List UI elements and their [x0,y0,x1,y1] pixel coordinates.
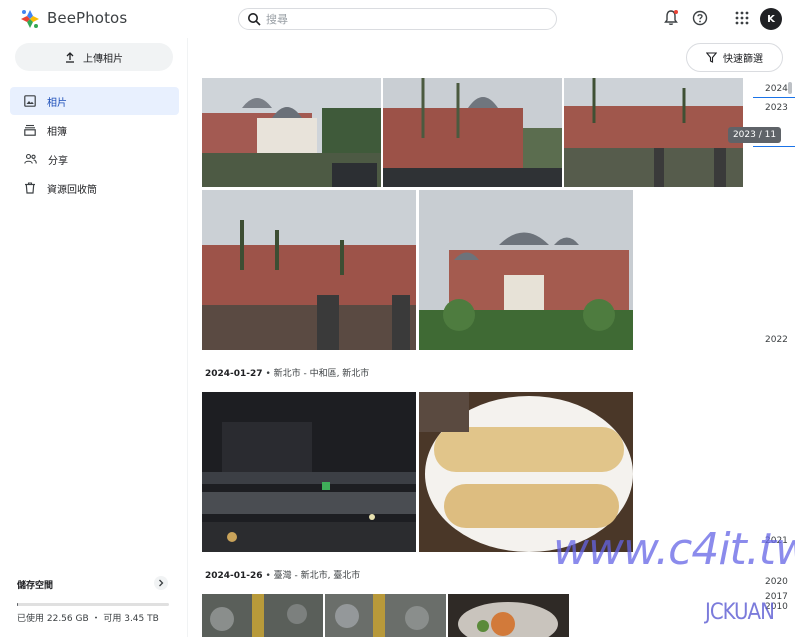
upload-button-label: 上傳相片 [83,53,123,65]
photo-thumbnail[interactable] [383,78,562,187]
timeline-year[interactable]: 2022 [765,335,788,345]
storage-usage-bar [17,603,169,606]
scrollbar-thumb[interactable] [788,82,792,94]
sidebar-item-label: 分享 [48,155,68,167]
upload-icon [66,51,74,63]
album-icon [24,124,36,136]
search-input[interactable] [266,11,546,28]
quick-filter-label: 快速篩選 [723,54,763,65]
date-group-date: 2024-01-26 [205,571,263,581]
notification-dot [674,10,678,14]
trash-icon [25,182,35,194]
photo-thumbnail[interactable] [202,392,416,552]
timeline-cursor-line [753,146,795,147]
filter-icon [706,52,717,63]
chevron-right-icon [159,579,164,587]
timeline-position-line [753,97,795,98]
photo-thumbnail[interactable] [419,190,633,350]
date-group-place: 新北市 - 中和區, 新北市 [273,369,370,379]
notification-bell-icon[interactable] [662,9,680,27]
search-icon[interactable] [247,12,261,26]
share-icon [24,153,37,164]
photo-icon [24,95,36,107]
top-bar: BeePhotos K [0,0,795,38]
storage-title: 儲存空間 [17,581,54,591]
sidebar-item-label: 相片 [47,97,67,109]
sidebar: 上傳相片 相片 相簿 分享 資源回收筒 儲存空間 已使用 22.56 GB ・ … [0,38,188,637]
sidebar-item-photos[interactable]: 相片 [10,87,179,115]
storage-expand-button[interactable] [154,576,168,590]
photo-thumbnail[interactable] [202,594,323,637]
storage-usage-text: 已使用 22.56 GB ・ 可用 3.45 TB [17,614,159,624]
watermark-site: www.c4it.tw [553,524,795,575]
account-avatar[interactable]: K [760,8,782,30]
photo-thumbnail[interactable] [325,594,446,637]
help-icon[interactable] [691,9,709,27]
apps-grid-icon[interactable] [733,9,751,27]
timeline-year[interactable]: 2023 [765,103,788,113]
timeline-tooltip: 2023 / 11 [728,127,781,143]
brand-name: BeePhotos [47,9,128,27]
sidebar-item-albums[interactable]: 相簿 [10,116,179,144]
date-group-date: 2024-01-27 [205,369,263,379]
sidebar-item-share[interactable]: 分享 [10,145,179,173]
photo-thumbnail[interactable] [564,78,743,187]
upload-photos-button[interactable]: 上傳相片 [15,43,173,71]
photo-thumbnail[interactable] [202,190,416,350]
timeline-year[interactable]: 2024 [765,84,788,94]
date-group-place: 臺灣 - 新北市, 臺北市 [273,571,361,581]
storage-usage-fill [17,603,18,606]
quick-filter-button[interactable]: 快速篩選 [686,43,783,72]
timeline-year[interactable]: 2020 [765,577,788,587]
beephotos-logo-icon[interactable] [19,8,41,30]
date-group-header: 2024-01-27 • 新北市 - 中和區, 新北市 [205,369,370,379]
sidebar-item-label: 資源回收筒 [47,184,97,196]
date-group-header: 2024-01-26 • 臺灣 - 新北市, 臺北市 [205,571,361,581]
search-bar[interactable] [238,8,557,30]
sidebar-item-trash[interactable]: 資源回收筒 [10,174,179,202]
watermark-author: JCKUAN [705,600,775,625]
sidebar-item-label: 相簿 [47,126,67,138]
photo-thumbnail[interactable] [202,78,381,187]
photo-thumbnail[interactable] [448,594,569,637]
